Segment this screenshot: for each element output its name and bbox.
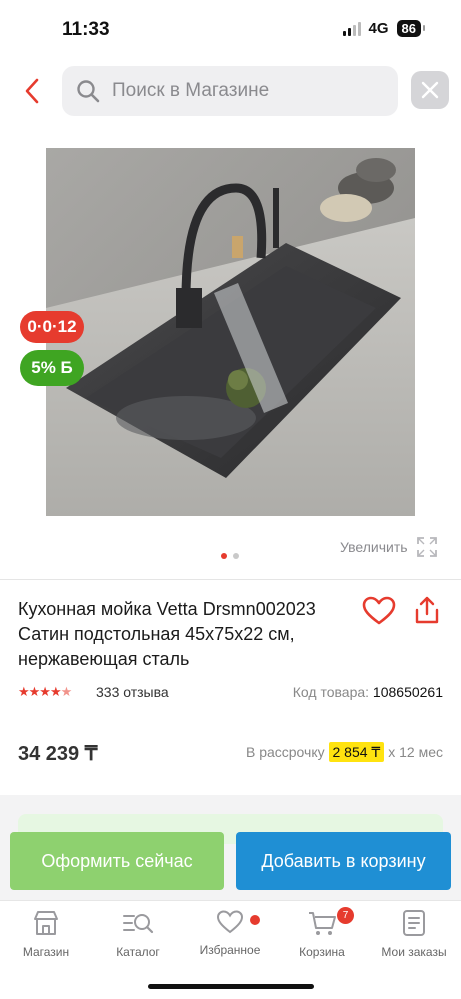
nav-label: Каталог bbox=[116, 945, 160, 959]
chevron-left-icon bbox=[25, 78, 39, 104]
installment-amount: 2 854 ₸ bbox=[328, 742, 385, 762]
title-line: Кухонная мойка Vetta Drsmn002023 bbox=[18, 599, 316, 619]
status-bar: 11:33 4G 86 bbox=[0, 0, 461, 62]
checkout-button[interactable]: Оформить сейчас bbox=[10, 832, 224, 890]
nav-label: Избранное bbox=[199, 943, 261, 957]
search-field[interactable] bbox=[62, 66, 398, 116]
price-row: 34 239 ₸ В рассрочку 2 854 ₸ х 12 мес bbox=[18, 741, 443, 767]
carousel-dot-active[interactable] bbox=[221, 553, 227, 559]
catalog-icon bbox=[123, 914, 154, 934]
installment-info[interactable]: В рассрочку 2 854 ₸ х 12 мес bbox=[245, 742, 443, 762]
nav-item-orders[interactable]: Мои заказы bbox=[368, 909, 460, 969]
product-code-label: Код товара: bbox=[292, 684, 370, 700]
nav-item-shop[interactable]: Магазин bbox=[0, 909, 92, 969]
product-code-value: 108650261 bbox=[372, 684, 443, 700]
expand-icon bbox=[416, 537, 437, 557]
reviews-link[interactable]: 333 отзыва bbox=[96, 684, 169, 700]
price: 34 239 ₸ bbox=[18, 743, 98, 765]
nav-label: Мои заказы bbox=[381, 945, 447, 959]
nav-label: Магазин bbox=[22, 945, 70, 959]
title-line: Сатин подстольная 45х75х22 см, bbox=[18, 624, 295, 644]
divider bbox=[0, 579, 461, 580]
carousel-dots bbox=[221, 553, 239, 559]
home-indicator bbox=[148, 984, 314, 989]
rating-row: ★★★★★ 333 отзыва Код товара: 108650261 bbox=[18, 684, 443, 702]
product-image[interactable] bbox=[46, 148, 415, 516]
search-input[interactable] bbox=[112, 66, 382, 116]
installment-suffix: х 12 мес bbox=[388, 744, 443, 760]
rating-stars[interactable]: ★★★★★ bbox=[18, 684, 72, 700]
carousel-dot[interactable] bbox=[233, 553, 239, 559]
orders-icon bbox=[403, 910, 425, 936]
close-button[interactable] bbox=[411, 71, 449, 109]
title-line: нержавеющая сталь bbox=[18, 649, 190, 669]
network-label: 4G bbox=[368, 20, 389, 37]
bonus-badge: 5% Б bbox=[20, 350, 84, 386]
timer-badge: 0·0·12 bbox=[20, 311, 84, 343]
nav-label: Корзина bbox=[299, 945, 345, 959]
search-header bbox=[0, 62, 461, 120]
heart-icon bbox=[216, 910, 244, 934]
product-title: Кухонная мойка Vetta Drsmn002023 Сатин п… bbox=[18, 597, 368, 672]
nav-item-catalog[interactable]: Каталог bbox=[92, 909, 184, 969]
close-icon bbox=[421, 81, 439, 99]
signal-icon bbox=[342, 21, 361, 36]
zoom-label: Увеличить bbox=[340, 539, 408, 555]
product-code: Код товара: 108650261 bbox=[293, 684, 443, 700]
cart-badge: 7 bbox=[337, 907, 354, 924]
nav-item-favorites[interactable]: Избранное bbox=[184, 909, 276, 969]
search-icon bbox=[77, 80, 100, 103]
share-button[interactable] bbox=[414, 596, 440, 629]
add-to-cart-button[interactable]: Добавить в корзину bbox=[236, 832, 451, 890]
product-photo bbox=[46, 148, 415, 516]
installment-prefix: В рассрочку bbox=[245, 744, 325, 760]
back-button[interactable] bbox=[18, 76, 48, 106]
cart-icon bbox=[309, 912, 336, 935]
notification-dot bbox=[250, 915, 260, 925]
share-icon bbox=[415, 596, 439, 624]
battery-icon: 86 bbox=[396, 20, 426, 37]
zoom-button[interactable]: Увеличить bbox=[340, 536, 438, 558]
nav-item-cart[interactable]: 7 Корзина bbox=[276, 907, 368, 969]
status-indicators: 4G 86 bbox=[342, 20, 426, 37]
heart-icon bbox=[362, 596, 396, 625]
status-time: 11:33 bbox=[62, 19, 110, 40]
favorite-button[interactable] bbox=[362, 596, 396, 631]
shop-icon bbox=[34, 911, 58, 935]
